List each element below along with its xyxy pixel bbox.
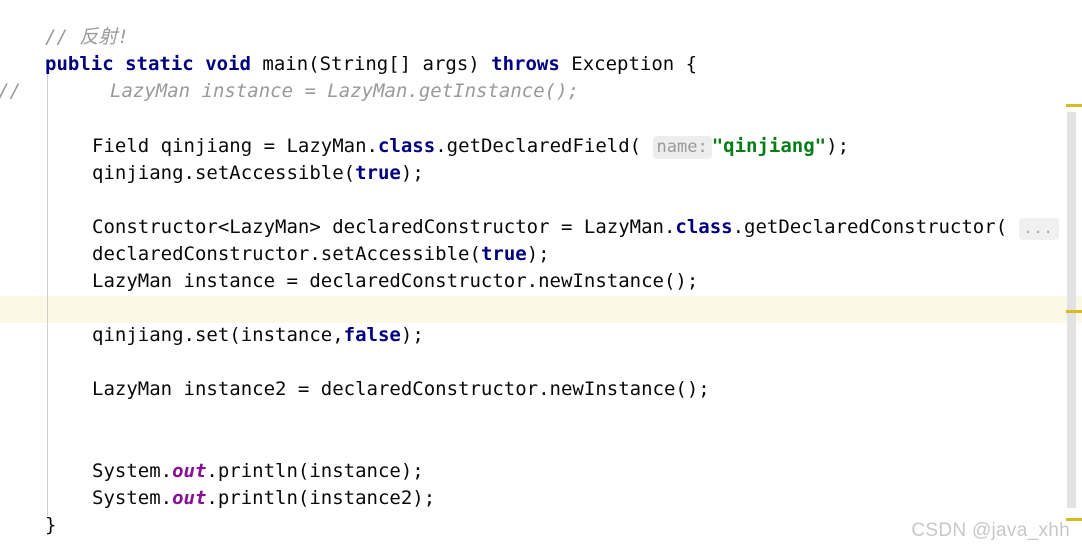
new-instance-text-2: LazyMan instance2 = declaredConstructor.… — [92, 378, 710, 400]
scrollbar-marker-middle[interactable] — [1066, 310, 1082, 313]
static-field-out-1: out — [172, 460, 207, 482]
code-line-11[interactable]: System.out.println(instance); — [92, 458, 424, 485]
new-instance-text-1: LazyMan instance = declaredConstructor.n… — [92, 270, 699, 292]
keyword-true-2: true — [480, 243, 527, 265]
exception-text: Exception { — [559, 53, 698, 75]
indent-guide-line — [47, 72, 48, 516]
space-2 — [194, 53, 205, 75]
code-editor[interactable]: // // 反射! public static void main(String… — [0, 0, 1082, 548]
keyword-void: void — [205, 53, 251, 75]
set-accessible-text-2: declaredConstructor.setAccessible( — [92, 243, 481, 265]
code-line-3[interactable]: LazyMan instance = LazyMan.getInstance()… — [110, 78, 579, 105]
code-line-9[interactable]: qinjiang.set(instance,false); — [92, 322, 424, 349]
code-content[interactable]: // 反射! public static void main(String[] … — [0, 0, 1059, 548]
caret-line-highlight — [0, 296, 1082, 323]
folded-args-ellipsis[interactable]: ... — [1018, 218, 1059, 240]
system-text-2: System. — [92, 487, 173, 509]
method-signature: main(String[] args) — [250, 53, 492, 75]
system-text-1: System. — [92, 460, 173, 482]
line5-tail: ); — [400, 162, 424, 184]
keyword-public: public — [45, 53, 114, 75]
field-set-text: qinjiang.set(instance, — [92, 324, 344, 346]
set-accessible-text-1: qinjiang.setAccessible( — [92, 162, 356, 184]
string-literal-qinjiang: "qinjiang" — [711, 135, 827, 157]
println-text-2: .println(instance2); — [206, 487, 436, 509]
parameter-hint-name: name: — [652, 136, 712, 159]
keyword-static: static — [125, 53, 194, 75]
keyword-class-1: class — [377, 135, 436, 157]
keyword-false: false — [343, 324, 401, 346]
commented-code-token: LazyMan instance = LazyMan.getInstance()… — [110, 80, 579, 102]
space-3 — [641, 135, 652, 157]
closing-brace: } — [45, 514, 57, 536]
line4-tail: ); — [826, 135, 850, 157]
line7-tail: ); — [526, 243, 550, 265]
get-declared-field-text: .getDeclaredField( — [435, 135, 642, 157]
code-line-2[interactable]: public static void main(String[] args) t… — [45, 51, 697, 78]
keyword-true-1: true — [355, 162, 401, 184]
println-text-1: .println(instance); — [206, 460, 424, 482]
code-line-7[interactable]: declaredConstructor.setAccessible(true); — [92, 241, 550, 268]
get-declared-constructor-text: .getDeclaredConstructor( — [732, 216, 1008, 238]
space-1 — [114, 53, 125, 75]
keyword-class-2: class — [675, 216, 733, 238]
constructor-decl-text: Constructor<LazyMan> declaredConstructor… — [92, 216, 676, 238]
keyword-throws: throws — [491, 53, 560, 75]
code-line-13[interactable]: } — [45, 512, 56, 539]
field-decl-text: Field qinjiang = LazyMan. — [92, 135, 378, 157]
csdn-watermark: CSDN @java_xhh — [911, 520, 1070, 541]
scrollbar-marker-top[interactable] — [1066, 104, 1082, 107]
code-line-5[interactable]: qinjiang.setAccessible(true); — [92, 160, 424, 187]
line9-tail: ); — [400, 324, 424, 346]
code-line-4[interactable]: Field qinjiang = LazyMan.class.getDeclar… — [92, 133, 849, 160]
code-line-10[interactable]: LazyMan instance2 = declaredConstructor.… — [92, 376, 710, 403]
code-line-8[interactable]: LazyMan instance = declaredConstructor.n… — [92, 268, 698, 295]
code-line-12[interactable]: System.out.println(instance2); — [92, 485, 435, 512]
code-line-6[interactable]: Constructor<LazyMan> declaredConstructor… — [92, 214, 1059, 241]
static-field-out-2: out — [172, 487, 207, 509]
comment-token: // 反射! — [45, 26, 129, 48]
space-4 — [1007, 216, 1018, 238]
code-line-1[interactable]: // 反射! — [45, 24, 129, 51]
